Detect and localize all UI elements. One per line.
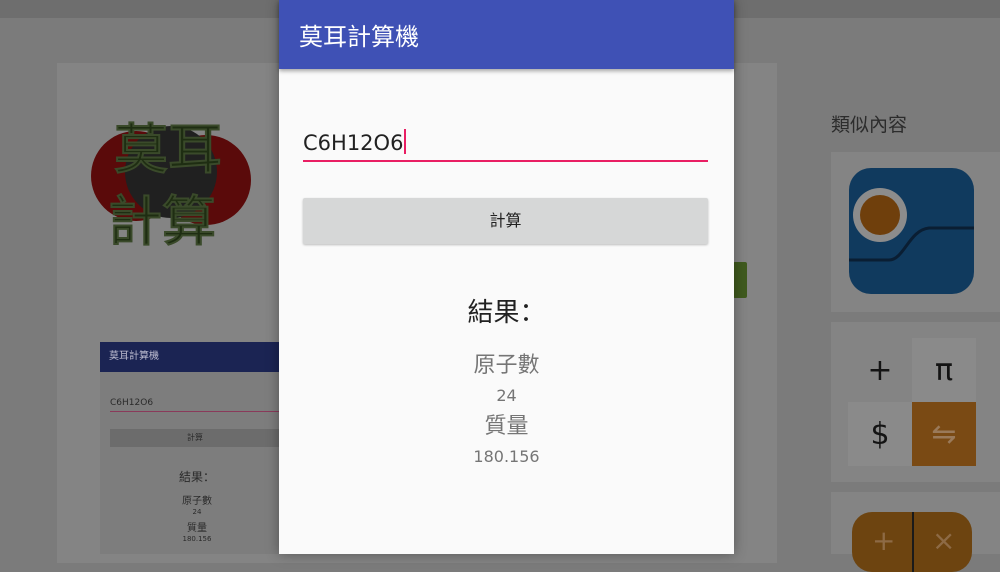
calculate-button[interactable]: 計算	[303, 198, 708, 244]
formula-input[interactable]: C6H12O6	[303, 129, 407, 155]
app-title: 莫耳計算機	[299, 23, 419, 51]
similar-content-title: 類似內容	[831, 114, 908, 136]
atoms-label: 原子數	[473, 353, 540, 378]
mass-label: 質量	[484, 414, 529, 439]
screenshot-atoms-value: 24	[192, 508, 202, 516]
mole-calculator-dialog: 莫耳計算機 C6H12O6 計算 結果： 原子數 24 質量 180.156	[279, 0, 734, 554]
calculator-app-icon: + π $ ⇋	[848, 338, 976, 466]
app-bar: 莫耳計算機	[279, 0, 734, 69]
screenshot-input-text: C6H12O6	[110, 398, 154, 408]
dollar-key-icon: $	[848, 402, 912, 466]
logo-text-top: 莫耳	[114, 118, 222, 181]
plus-icon: +	[872, 524, 896, 557]
formula-input-underline	[303, 160, 708, 162]
background-install-button	[733, 262, 747, 298]
screenshot-app-bar: 莫耳計算機	[100, 342, 280, 372]
screenshot-atoms-label: 原子數	[182, 496, 212, 507]
logo-text-bottom: 計算	[108, 190, 216, 253]
text-cursor	[404, 129, 407, 154]
screenshot-result-title: 結果：	[178, 470, 215, 484]
plus-key-icon: +	[848, 338, 912, 402]
atoms-value: 24	[496, 386, 517, 405]
orange-app-icon: + ×	[852, 512, 972, 572]
gauge-icon	[849, 188, 974, 262]
screenshot-input-line	[110, 411, 280, 412]
formula-input-value: C6H12O6	[303, 131, 404, 155]
mass-value: 180.156	[473, 447, 540, 466]
convert-key-icon: ⇋	[912, 402, 976, 466]
screenshot-button: 計算	[110, 429, 280, 447]
background-app-screenshot: 莫耳計算機 C6H12O6 計算 結果： 原子數 24 質量 180.156	[100, 342, 280, 554]
result-title: 結果：	[467, 298, 546, 328]
times-icon: ×	[932, 524, 956, 557]
screenshot-mass-label: 質量	[187, 523, 207, 534]
similar-app-icon	[849, 168, 974, 294]
app-logo-icon: 莫耳 計算	[91, 117, 251, 254]
pi-key-icon: π	[912, 338, 976, 402]
screenshot-mass-value: 180.156	[182, 535, 212, 543]
